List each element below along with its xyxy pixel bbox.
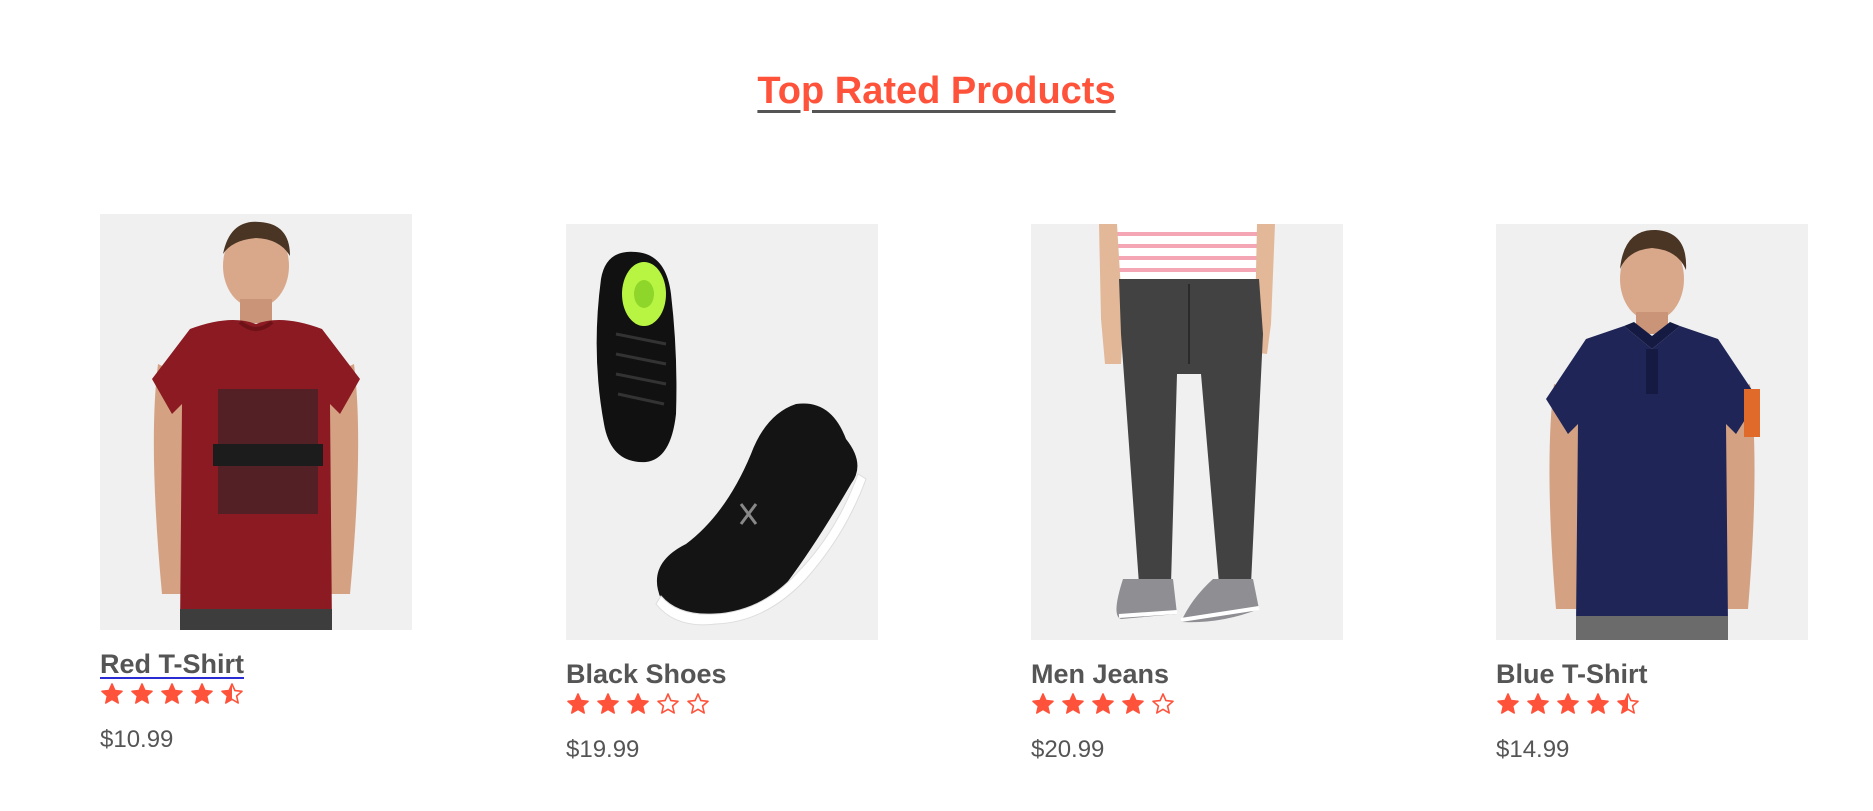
product-name-link[interactable]: Red T-Shirt [100,648,412,680]
star-filled-icon [1121,692,1145,718]
rating-stars [566,692,878,718]
product-image-men-jeans[interactable] [1031,224,1343,640]
star-filled-icon [1061,692,1085,718]
product-image-blue-tshirt[interactable] [1496,224,1808,640]
product-card-men-jeans[interactable]: Men Jeans $20.99 [1031,224,1343,764]
star-filled-icon [1031,692,1055,718]
star-empty-icon [1151,692,1175,718]
section-title-text: Top Rated Products [757,70,1116,112]
product-name[interactable]: Men Jeans [1031,658,1343,690]
product-card-red-tshirt[interactable]: Red T-Shirt $10.99 [100,214,412,754]
product-price: $10.99 [100,726,174,753]
rating-stars [1496,692,1808,718]
star-filled-icon [130,682,154,708]
star-half-icon [220,682,244,708]
blue-tshirt-photo-icon [1496,224,1808,640]
star-filled-icon [1526,692,1550,718]
star-filled-icon [100,682,124,708]
star-filled-icon [1496,692,1520,718]
product-name[interactable]: Black Shoes [566,658,878,690]
product-card-black-shoes[interactable]: Black Shoes $19.99 [566,224,878,764]
product-price: $19.99 [566,736,640,763]
star-half-icon [1616,692,1640,718]
rating-stars [1031,692,1343,718]
section-title: Top Rated Products [0,70,1873,113]
product-price: $14.99 [1496,736,1570,763]
red-tshirt-photo-icon [100,214,412,630]
product-image-black-shoes[interactable] [566,224,878,640]
star-filled-icon [1091,692,1115,718]
star-empty-icon [686,692,710,718]
product-card-blue-tshirt[interactable]: Blue T-Shirt $14.99 [1496,224,1808,764]
star-filled-icon [190,682,214,708]
product-name[interactable]: Blue T-Shirt [1496,658,1808,690]
star-filled-icon [1586,692,1610,718]
star-filled-icon [1556,692,1580,718]
star-filled-icon [626,692,650,718]
page: Top Rated Products Red T-Shirt $10.99 Bl… [0,0,1873,811]
black-shoes-photo-icon [566,224,878,640]
star-filled-icon [596,692,620,718]
rating-stars [100,682,412,708]
product-price: $20.99 [1031,736,1105,763]
star-empty-icon [656,692,680,718]
product-image-red-tshirt[interactable] [100,214,412,630]
star-filled-icon [566,692,590,718]
men-jeans-photo-icon [1031,224,1343,640]
star-filled-icon [160,682,184,708]
